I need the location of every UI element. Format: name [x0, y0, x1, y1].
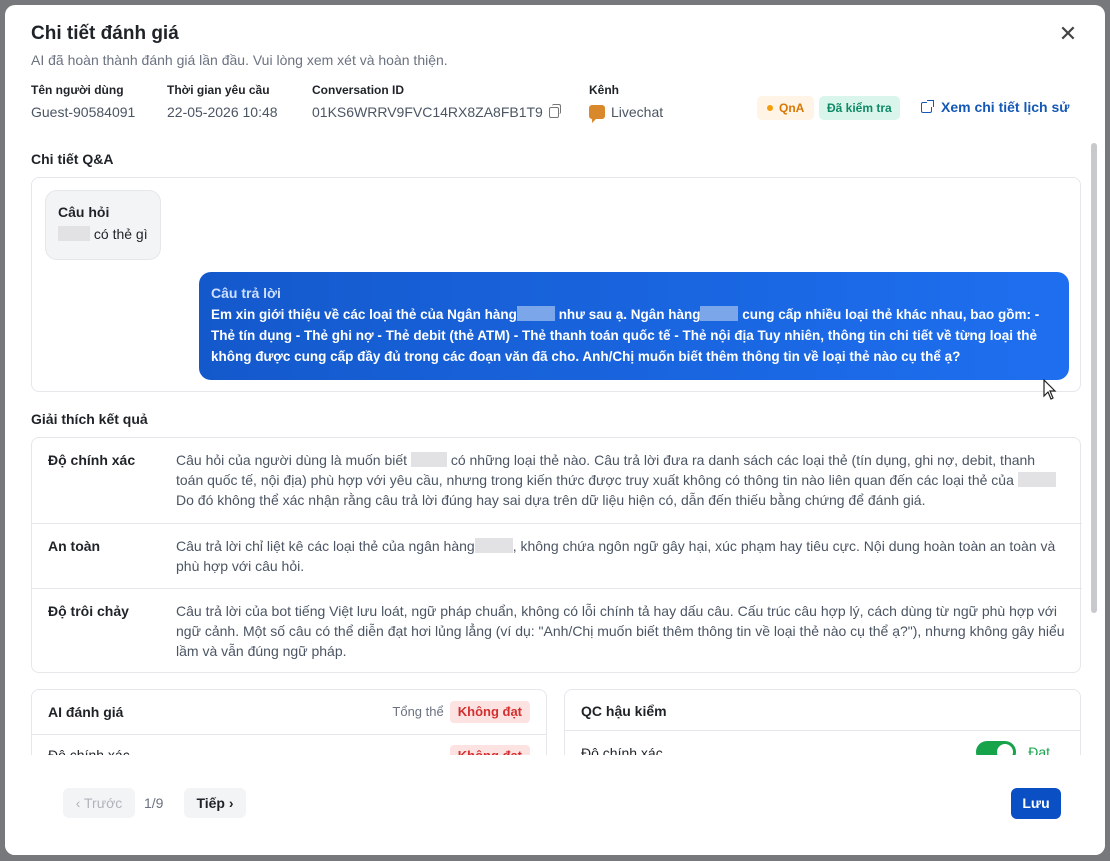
- answer-text-part: như sau ạ. Ngân hàng: [558, 307, 701, 322]
- modal-footer: ‹ Trước 1/9 Tiếp › Lưu: [5, 755, 1105, 855]
- explanation-section-title: Giải thích kết quả: [31, 411, 148, 427]
- meta-user-value: Guest-90584091: [31, 104, 136, 120]
- divider: [565, 730, 1080, 731]
- explanation-row-safety: An toàn Câu trả lời chỉ liệt kê các loại…: [32, 523, 1082, 588]
- checked-badge: Đã kiểm tra: [819, 96, 900, 120]
- qa-card: Câu hỏi có thẻ gì Câu trả lời Em xin giớ…: [31, 177, 1081, 392]
- qc-review-title: QC hậu kiểm: [581, 703, 667, 719]
- ai-evaluation-title: AI đánh giá: [48, 704, 124, 720]
- dot-icon: [767, 105, 773, 111]
- close-icon[interactable]: ✕: [1055, 21, 1081, 47]
- meta-user-label: Tên người dùng: [31, 83, 124, 97]
- redacted-block: [474, 538, 513, 553]
- question-text: có thẻ gì: [93, 226, 148, 242]
- explanation-row-fluency: Độ trôi chảy Câu trả lời của bot tiếng V…: [32, 588, 1082, 673]
- qna-badge-label: QnA: [779, 101, 805, 115]
- explanation-row-accuracy: Độ chính xác Câu hỏi của người dùng là m…: [32, 438, 1082, 523]
- redacted-block: [516, 306, 555, 321]
- qc-row-label: Độ chính xác: [581, 745, 663, 755]
- ai-row-label: Độ chính xác: [48, 747, 130, 755]
- qc-review-card: QC hậu kiểm Độ chính xác Đạt: [564, 689, 1081, 755]
- vertical-scrollbar[interactable]: [1091, 143, 1097, 613]
- ai-overall-result-badge: Không đạt: [449, 701, 530, 723]
- meta-conversation: Conversation ID 01KS6WRRV9FVC14RX8ZA8FB1…: [312, 83, 561, 120]
- divider: [32, 734, 546, 735]
- copy-icon[interactable]: [548, 104, 561, 118]
- answer-text: Em xin giới thiệu về các loại thẻ của Ng…: [211, 304, 1057, 367]
- fluency-text: Câu trả lời của bot tiếng Việt lưu loát,…: [176, 603, 1065, 659]
- modal-title: Chi tiết đánh giá: [31, 23, 179, 44]
- mouse-cursor-icon: [1043, 379, 1057, 400]
- chat-icon: [589, 105, 605, 123]
- meta-channel-row: Livechat: [589, 104, 664, 123]
- meta-conversation-label: Conversation ID: [312, 83, 405, 97]
- modal-subtitle: AI đã hoàn thành đánh giá lần đầu. Vui l…: [31, 52, 448, 68]
- meta-time: Thời gian yêu cầu 22-05-2026 10:48: [167, 83, 278, 120]
- page-indicator: 1/9: [144, 795, 164, 811]
- ai-row-result: Không đạt: [444, 745, 530, 755]
- accuracy-text: Câu hỏi của người dùng là muốn biết có n…: [176, 450, 1066, 510]
- redacted-block: [700, 306, 739, 321]
- accuracy-text-part: Do đó không thể xác nhận rằng câu trả lờ…: [176, 492, 926, 508]
- question-label: Câu hỏi: [58, 204, 110, 220]
- safety-text-part: Câu trả lời chỉ liệt kê các loại thẻ của…: [176, 538, 475, 554]
- modal-scroll-content[interactable]: Chi tiết Q&A Câu hỏi có thẻ gì Câu trả l…: [5, 133, 1105, 755]
- meta-user: Tên người dùng Guest-90584091: [31, 83, 135, 120]
- answer-label: Câu trả lời: [211, 285, 281, 301]
- redacted-block: [58, 226, 90, 241]
- qc-toggle-label: Đạt: [1028, 744, 1050, 755]
- safety-name: An toàn: [48, 538, 101, 554]
- prev-button[interactable]: ‹ Trước: [63, 788, 135, 818]
- meta-time-value: 22-05-2026 10:48: [167, 104, 278, 120]
- question-row: có thẻ gì: [58, 226, 148, 242]
- ai-row-result-badge: Không đạt: [449, 745, 530, 755]
- qa-section-title: Chi tiết Q&A: [31, 151, 114, 167]
- redacted-block: [1017, 472, 1056, 487]
- view-history-label: Xem chi tiết lịch sử: [941, 99, 1070, 115]
- answer-bubble: Câu trả lời Em xin giới thiệu về các loạ…: [199, 272, 1069, 380]
- explanation-card: Độ chính xác Câu hỏi của người dùng là m…: [31, 437, 1082, 673]
- meta-conversation-row: 01KS6WRRV9FVC14RX8ZA8FB1T9: [312, 104, 561, 120]
- ai-overall: Tổng thể Không đạt: [392, 701, 530, 723]
- ai-overall-label: Tổng thể: [392, 704, 444, 719]
- accuracy-name: Độ chính xác: [48, 452, 136, 468]
- evaluation-detail-modal: ✕ Chi tiết đánh giá AI đã hoàn thành đán…: [5, 5, 1105, 855]
- meta-channel: Kênh Livechat: [589, 83, 664, 123]
- meta-time-label: Thời gian yêu cầu: [167, 83, 270, 97]
- qc-pass-toggle[interactable]: [976, 741, 1016, 755]
- meta-channel-value: Livechat: [611, 104, 664, 120]
- view-history-link[interactable]: Xem chi tiết lịch sử: [921, 99, 1069, 115]
- fluency-name: Độ trôi chảy: [48, 603, 129, 619]
- answer-text-part: Em xin giới thiệu về các loại thẻ của Ng…: [211, 307, 517, 322]
- redacted-block: [410, 452, 447, 467]
- save-button[interactable]: Lưu: [1011, 788, 1061, 819]
- safety-text: Câu trả lời chỉ liệt kê các loại thẻ của…: [176, 536, 1066, 576]
- meta-channel-label: Kênh: [589, 83, 619, 97]
- qna-badge: QnA: [757, 96, 815, 120]
- next-button[interactable]: Tiếp ›: [184, 788, 246, 818]
- ai-evaluation-card: AI đánh giá Tổng thể Không đạt Độ chính x…: [31, 689, 547, 755]
- meta-conversation-value: 01KS6WRRV9FVC14RX8ZA8FB1T9: [312, 104, 543, 120]
- accuracy-text-part: Câu hỏi của người dùng là muốn biết: [176, 452, 408, 468]
- question-bubble: Câu hỏi có thẻ gì: [45, 190, 161, 260]
- external-link-icon: [921, 100, 934, 113]
